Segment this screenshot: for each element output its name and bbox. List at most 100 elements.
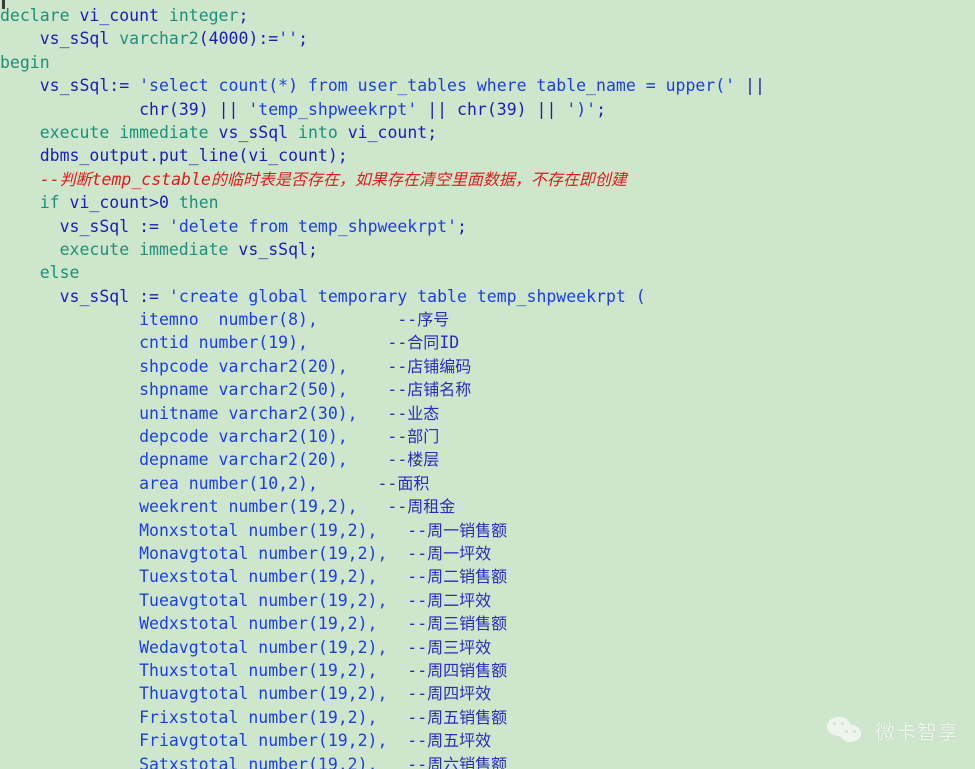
code-line: else bbox=[0, 261, 975, 284]
code-line: --判断temp_cstable的临时表是否存在，如果存在清空里面数据，不存在即… bbox=[0, 168, 975, 191]
code-line: vs_sSql:= 'select count(*) from user_tab… bbox=[0, 74, 975, 97]
code-token-punc: ( bbox=[238, 146, 249, 166]
code-token-str: 'select count(*) from user_tables where … bbox=[139, 76, 736, 96]
code-line: vs_sSql varchar2(4000):=''; bbox=[0, 27, 975, 50]
code-token-cmt-blue: -- bbox=[387, 543, 428, 563]
code-line: execute immediate vs_sSql; bbox=[0, 238, 975, 261]
code-line: vs_sSql := 'create global temporary tabl… bbox=[0, 285, 975, 308]
code-token-str: depcode varchar2(10), bbox=[0, 427, 348, 447]
code-token-id: vs_sSql := bbox=[0, 286, 169, 306]
code-token-kw: then bbox=[168, 193, 219, 213]
code-token-cmt-blue: 周三坪效 bbox=[427, 637, 492, 657]
code-token-cmt-blue: 周租金 bbox=[407, 497, 456, 517]
code-token-id: vs_sSql bbox=[228, 239, 308, 259]
code-token-str: itemno number(8), bbox=[0, 310, 318, 330]
code-token-str: Frixstotal number(19,2), bbox=[0, 707, 378, 727]
code-line: Wedxstotal number(19,2), --周三销售额 bbox=[0, 612, 975, 635]
code-token-cmt-red: temp_cstable bbox=[91, 169, 211, 189]
code-token-punc: ; bbox=[596, 99, 607, 119]
code-token-id: vi_count bbox=[59, 193, 150, 213]
code-token-kw: execute immediate bbox=[0, 239, 229, 259]
code-token-punc: ; bbox=[307, 239, 318, 259]
code-token-cmt-blue: 业态 bbox=[407, 403, 440, 423]
code-line: vs_sSql := 'delete from temp_shpweekrpt'… bbox=[0, 215, 975, 238]
code-token-str: Wedxstotal number(19,2), bbox=[0, 614, 378, 634]
code-token-cmt-blue: 周二销售额 bbox=[427, 567, 508, 587]
code-token-cmt-red: 判断 bbox=[59, 169, 92, 189]
code-token-cmt-blue: -- bbox=[377, 614, 428, 634]
code-token-id: vs_sSql := bbox=[0, 216, 169, 236]
code-line: shpcode varchar2(20), --店铺编码 bbox=[0, 355, 975, 378]
code-token-kw: begin bbox=[0, 52, 50, 72]
code-token-punc: ):= bbox=[248, 29, 279, 49]
code-token-cmt-blue: -- bbox=[377, 520, 428, 540]
code-token-num: 39 bbox=[178, 99, 199, 119]
code-token-cmt-blue: 序号 bbox=[417, 310, 450, 330]
code-token-cmt-blue: 合同 bbox=[407, 333, 440, 353]
code-token-punc: ; bbox=[298, 29, 309, 49]
code-token-cmt-blue: 周四销售额 bbox=[427, 660, 508, 680]
code-token-cmt-blue: 周一坪效 bbox=[427, 543, 492, 563]
code-token-punc: || bbox=[417, 99, 458, 119]
code-token-id: vs_sSql bbox=[208, 122, 299, 142]
code-line: Monxstotal number(19,2), --周一销售额 bbox=[0, 519, 975, 542]
code-listing[interactable]: declare vi_count integer; vs_sSql varcha… bbox=[0, 4, 975, 769]
code-token-str: weekrent number(19,2), bbox=[0, 497, 358, 517]
code-token-cmt-blue: -- bbox=[347, 427, 408, 447]
code-token-kw: declare bbox=[0, 6, 70, 25]
code-token-kw: execute immediate bbox=[0, 122, 209, 142]
code-token-punc: > bbox=[149, 193, 159, 213]
code-token-cmt-blue: ID bbox=[439, 333, 460, 353]
code-token-str: Thuxstotal number(19,2), bbox=[0, 660, 378, 680]
code-token-str: 'create global temporary table temp_shpw… bbox=[168, 286, 646, 306]
code-token-punc: ( bbox=[198, 29, 209, 49]
code-token-num: 39 bbox=[496, 99, 517, 119]
code-token-punc: ) || bbox=[516, 99, 567, 119]
code-token-str: area number(10,2), bbox=[0, 473, 318, 493]
code-token-id: vi_count bbox=[248, 146, 328, 166]
code-line: Tuexstotal number(19,2), --周二销售额 bbox=[0, 565, 975, 588]
code-line: Frixstotal number(19,2), --周五销售额 bbox=[0, 706, 975, 729]
code-token-cmt-blue: -- bbox=[307, 333, 408, 353]
code-line: Tueavgtotal number(19,2), --周二坪效 bbox=[0, 589, 975, 612]
code-token-cmt-blue: 周三销售额 bbox=[427, 614, 508, 634]
code-token-id: vi_count bbox=[337, 122, 428, 142]
code-token-num: 0 bbox=[158, 193, 169, 213]
code-token-cmt-blue: 周五销售额 bbox=[427, 707, 508, 727]
code-line: itemno number(8), --序号 bbox=[0, 308, 975, 331]
code-token-cmt-red: 的临时表是否存在，如果存在清空里面数据，不存在即创建 bbox=[210, 169, 627, 189]
code-line: Thuavgtotal number(19,2), --周四坪效 bbox=[0, 682, 975, 705]
code-line: Wedavgtotal number(19,2), --周三坪效 bbox=[0, 636, 975, 659]
code-line: Monavgtotal number(19,2), --周一坪效 bbox=[0, 542, 975, 565]
code-token-id: dbms_output.put_line bbox=[0, 146, 239, 166]
code-token-num: 4000 bbox=[208, 29, 249, 49]
code-screenshot-surface: declare vi_count integer; vs_sSql varcha… bbox=[0, 0, 975, 769]
code-token-str: shpcode varchar2(20), bbox=[0, 356, 348, 376]
code-token-str: 'delete from temp_shpweekrpt' bbox=[168, 216, 457, 236]
code-token-cmt-blue: -- bbox=[377, 707, 428, 727]
code-token-str: Satxstotal number(19,2), bbox=[0, 754, 378, 769]
code-token-cmt-blue: -- bbox=[377, 660, 428, 680]
code-token-punc: ; bbox=[456, 216, 467, 236]
code-line: Friavgtotal number(19,2), --周五坪效 bbox=[0, 729, 975, 752]
code-line: depname varchar2(20), --楼层 bbox=[0, 448, 975, 471]
code-token-kw: into bbox=[298, 122, 338, 142]
code-token-cmt-blue: 部门 bbox=[407, 427, 440, 447]
code-token-cmt-blue: 面积 bbox=[397, 473, 430, 493]
code-token-punc: ( bbox=[168, 99, 179, 119]
code-token-id: vi_count bbox=[69, 6, 169, 25]
code-token-cmt-blue: 周六销售额 bbox=[427, 754, 508, 769]
code-token-kw: varchar2 bbox=[119, 29, 199, 49]
code-token-id: vs_sSql:= bbox=[0, 76, 140, 96]
code-line: cntid number(19), --合同ID bbox=[0, 331, 975, 354]
code-token-str: Wedavgtotal number(19,2), bbox=[0, 637, 388, 657]
code-token-str: depname varchar2(20), bbox=[0, 450, 348, 470]
code-token-str: cntid number(19), bbox=[0, 333, 308, 353]
code-token-kw: integer bbox=[168, 6, 239, 25]
code-token-id: vs_sSql bbox=[0, 29, 120, 49]
code-token-cmt-blue: -- bbox=[317, 310, 418, 330]
code-token-str: unitname varchar2(30), bbox=[0, 403, 358, 423]
code-line: begin bbox=[0, 51, 975, 74]
code-token-cmt-blue: 楼层 bbox=[407, 450, 440, 470]
code-line: unitname varchar2(30), --业态 bbox=[0, 402, 975, 425]
